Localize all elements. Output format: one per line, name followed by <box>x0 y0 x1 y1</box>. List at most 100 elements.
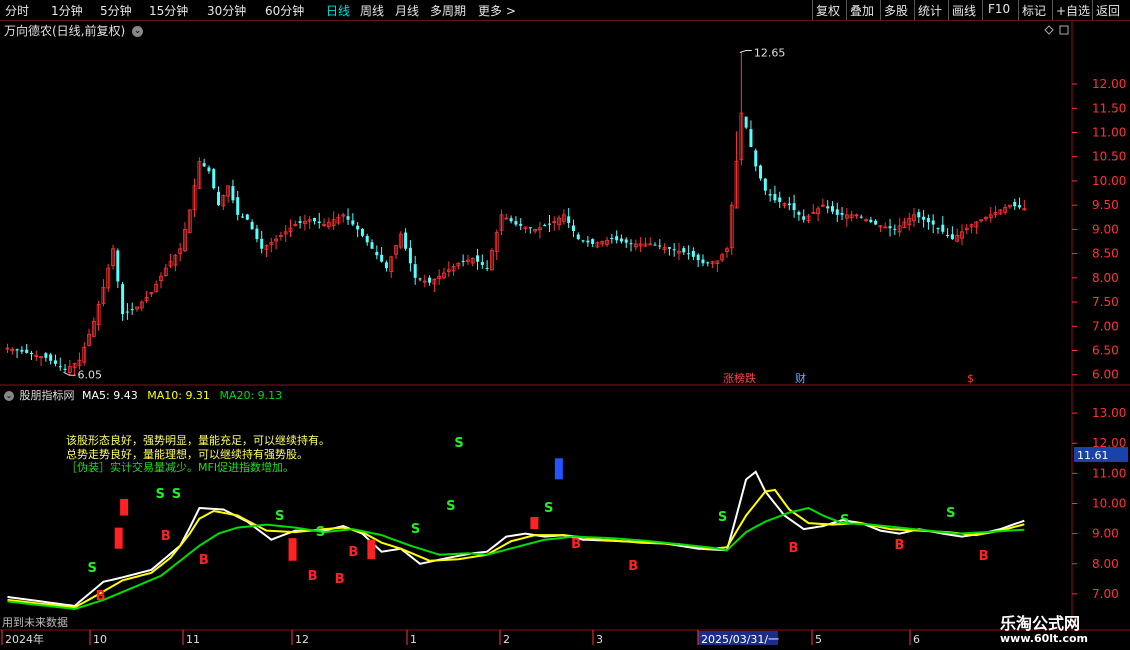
diamond-icon <box>1044 25 1054 35</box>
buy-signal: B <box>571 537 581 552</box>
candle-body <box>245 214 249 220</box>
candle-body <box>29 352 33 355</box>
price-tick-label: 11.00 <box>1092 125 1126 139</box>
candle-body <box>567 216 571 223</box>
candle-body <box>754 150 758 167</box>
sell-signal: S <box>718 510 727 525</box>
footer-note: 用到未来数据 <box>2 616 68 629</box>
date-tick-label: 10 <box>93 633 107 646</box>
signal-bar <box>530 517 539 530</box>
candle-body <box>691 250 695 257</box>
candle-body <box>922 216 926 220</box>
candle-body <box>408 247 412 264</box>
price-tick-label: 7.00 <box>1092 319 1119 333</box>
buy-signal: B <box>348 545 358 560</box>
candle-body <box>346 216 350 220</box>
candle-body <box>576 234 580 240</box>
signal-bar <box>114 527 123 549</box>
candle-body <box>121 284 125 315</box>
candle-body <box>20 349 24 352</box>
candle-body <box>768 194 772 196</box>
date-tick-label: 2025/03/31/一 <box>701 633 779 646</box>
candle-body <box>461 260 465 262</box>
date-tick-label: 2 <box>503 633 510 646</box>
current-value-label: 11.61 <box>1077 449 1109 462</box>
candle-body <box>375 251 379 256</box>
price-tick-label: 11.50 <box>1092 101 1126 115</box>
candle-body <box>63 368 67 370</box>
candle-body <box>893 228 897 230</box>
candle-body <box>116 250 120 282</box>
low-label: 6.05 <box>78 368 103 381</box>
candle-body <box>759 165 763 179</box>
candle-body <box>773 194 777 201</box>
date-axis: 2024年 10 11 12 1 2 3 2025/03/31/一 5 6 <box>1 630 920 646</box>
candle-body <box>797 211 801 215</box>
sell-signal: S <box>446 499 455 514</box>
buy-signal: B <box>628 559 638 574</box>
candle-body <box>1013 201 1017 207</box>
candle-body <box>480 262 484 265</box>
candle-body <box>950 234 954 240</box>
candle-body <box>130 309 134 311</box>
stock-chart[interactable]: 12.65 6.05 涨榜跌 财 $ 6.00 6.50 7.00 7.50 8.00 8.50 9… <box>0 0 1130 650</box>
price-tick-label: 9.00 <box>1092 222 1119 236</box>
candle-body <box>428 277 432 283</box>
candle-body <box>888 226 892 229</box>
candle-body <box>365 235 369 243</box>
candle-body <box>1018 205 1022 208</box>
top-right-icons <box>1044 25 1069 35</box>
sell-signal: S <box>840 513 849 528</box>
buy-signal: B <box>161 529 171 544</box>
buy-signal: B <box>894 538 904 553</box>
candle-body <box>231 186 235 201</box>
signal-bar <box>367 539 376 560</box>
candle-body <box>696 254 700 261</box>
candle-body <box>49 354 53 361</box>
candle-body <box>413 264 417 278</box>
candle-body <box>528 227 532 229</box>
candle-body <box>476 255 480 262</box>
candle-body <box>787 203 791 206</box>
price-tick-label: 7.50 <box>1092 295 1119 309</box>
price-tick-label: 9.50 <box>1092 198 1119 212</box>
ma-line-ma20 <box>7 506 1025 611</box>
candle-body <box>519 223 523 226</box>
buy-signal: B <box>979 549 989 564</box>
candle-body <box>217 191 221 206</box>
candle-body <box>58 366 62 368</box>
candle-body <box>125 311 129 313</box>
event-label: $ <box>967 372 974 385</box>
price-tick-label: 8.00 <box>1092 271 1119 285</box>
candle-body <box>360 228 364 236</box>
candle-body <box>792 203 796 210</box>
candle-body <box>658 245 662 247</box>
sell-signal: S <box>946 506 955 521</box>
candle-body <box>418 278 422 280</box>
watermark-url: www.60lt.com <box>1000 632 1089 645</box>
candle-body <box>255 228 259 240</box>
sell-signal: S <box>316 525 325 540</box>
candle-body <box>250 221 254 230</box>
candle-body <box>941 224 945 232</box>
signal-marks: SBS SBBSSB BBSSSSBBSBSBSB <box>88 436 989 604</box>
candle-body <box>744 116 748 128</box>
sell-signal: S <box>172 487 181 502</box>
candle-body <box>384 262 388 269</box>
sell-signal: S <box>275 509 284 524</box>
signal-bar <box>120 498 129 516</box>
event-label: 涨榜跌 <box>723 371 756 385</box>
candle-body <box>547 223 551 225</box>
price-tick-label: 6.50 <box>1092 344 1119 358</box>
buy-signal: B <box>308 569 318 584</box>
candle-body <box>581 240 585 242</box>
square-icon <box>1059 25 1069 35</box>
candle-body <box>629 243 633 245</box>
candle-body <box>619 238 623 242</box>
signal-bar <box>554 458 563 480</box>
candle-body <box>830 206 834 212</box>
candle-body <box>514 221 518 225</box>
candle-body <box>202 163 206 167</box>
indicator-tick-label: 8.00 <box>1092 557 1119 571</box>
watermark-title: 乐淘公式网 <box>1000 614 1081 633</box>
